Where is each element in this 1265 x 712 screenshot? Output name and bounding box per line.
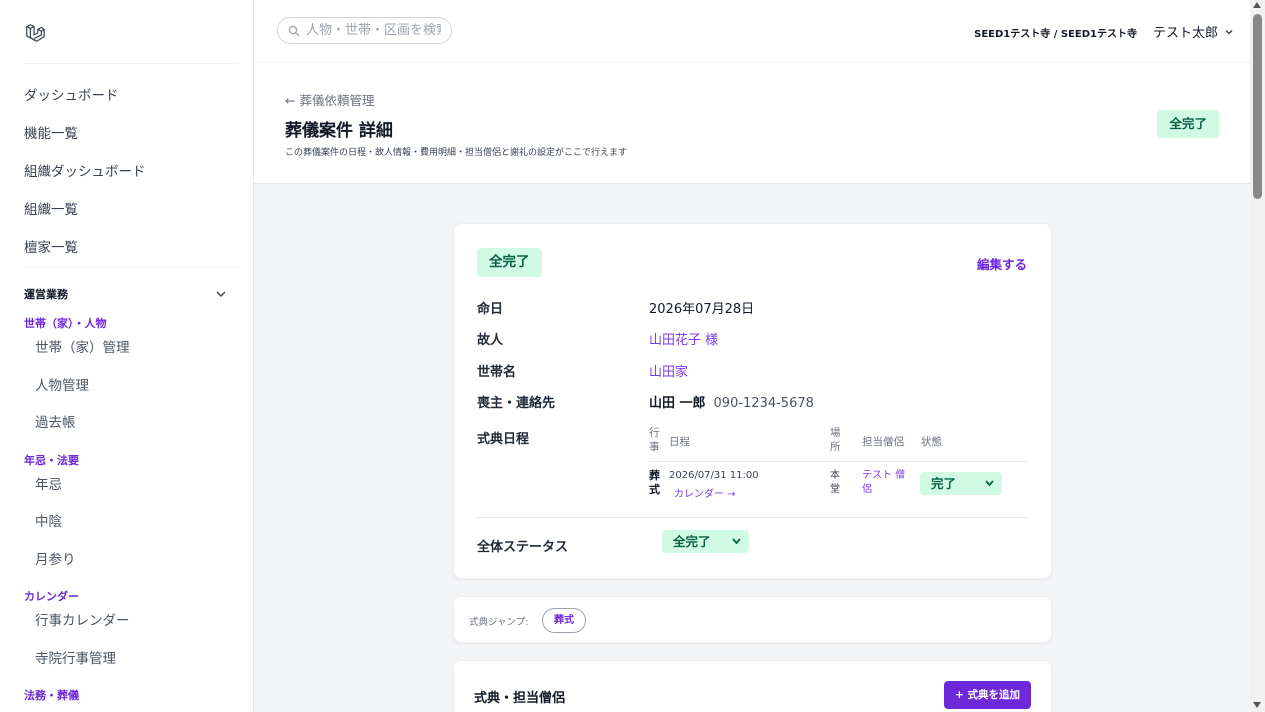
back-link[interactable]: ← 葬儀依頼管理 — [285, 90, 374, 109]
schedule-label: 式典日程 — [477, 432, 530, 447]
mourner-label: 喪主・連絡先 — [477, 396, 556, 411]
sidebar-item-temple-events[interactable]: 寺院行事管理 — [0, 641, 253, 679]
sidebar-item-persons[interactable]: 人物管理 — [0, 368, 253, 406]
sidebar-item-household[interactable]: 世帯（家）管理 — [0, 330, 253, 368]
deceased-link[interactable]: 山田花子 様 — [649, 329, 718, 348]
sidebar-section-label: 運営業務 — [24, 288, 68, 301]
scrollbar-thumb[interactable] — [1253, 14, 1262, 199]
page-header: ← 葬儀依頼管理 葬儀案件 詳細 この葬儀案件の日程・故人情報・費用明細・担当僧… — [254, 63, 1250, 184]
overall-status-value: 全完了 — [673, 534, 711, 549]
overall-status-label: 全体ステータス — [477, 540, 569, 555]
sidebar: ダッシュボード 機能一覧 組織ダッシュボード 組織一覧 檀家一覧 運営業務 世帯… — [0, 0, 254, 712]
sidebar-divider — [24, 267, 239, 268]
col-event: 行事 — [649, 427, 660, 453]
sidebar-group-calendar: カレンダー — [24, 590, 79, 603]
ceremony-jump-card: 式典ジャンプ: 葬式 — [453, 596, 1052, 643]
page-subtitle: この葬儀案件の日程・故人情報・費用明細・担当僧侶と謝礼の設定がここで行えます — [285, 148, 628, 158]
sidebar-top-nav: ダッシュボード 機能一覧 組織ダッシュボード 組織一覧 檀家一覧 — [0, 64, 253, 267]
card-divider — [477, 517, 1027, 518]
col-priest: 担当僧侶 — [862, 436, 904, 448]
app-logo[interactable] — [0, 0, 253, 63]
search-icon — [288, 25, 300, 36]
ceremony-card: 式典・担当僧侶 + 式典を追加 — [453, 660, 1052, 712]
scroll-down-icon[interactable] — [1253, 702, 1261, 708]
status-badge: 全完了 — [477, 248, 542, 277]
search-box[interactable] — [277, 17, 452, 44]
chevron-down-icon — [985, 480, 994, 487]
funeral-detail-card: 全完了 編集する 命日 2026年07月28日 故人 山田花子 様 世帯名 山田… — [453, 223, 1052, 579]
deceased-label: 故人 — [477, 333, 504, 348]
status-badge: 全完了 — [1157, 110, 1219, 138]
sidebar-group-memorial: 年忌・法要 — [24, 453, 79, 467]
jump-label: 式典ジャンプ: — [469, 617, 529, 628]
sidebar-item-kakocho[interactable]: 過去帳 — [0, 405, 253, 443]
user-menu[interactable]: テスト太郎 — [1153, 22, 1234, 41]
event-status-select[interactable]: 完了 — [920, 472, 1002, 495]
sidebar-group-household: 世帯（家）・人物 — [24, 317, 107, 330]
sidebar-section-operations[interactable]: 運営業務 — [0, 282, 253, 306]
tenant-label: SEED1テスト寺 / SEED1テスト寺 — [974, 29, 1137, 40]
col-place: 場所 — [830, 427, 841, 453]
sidebar-item-event-calendar[interactable]: 行事カレンダー — [0, 603, 253, 641]
search-input[interactable] — [306, 23, 441, 38]
col-status: 状態 — [921, 436, 942, 448]
priest-link[interactable]: テスト 僧侶 — [862, 469, 910, 497]
event-place: 本堂 — [830, 470, 840, 495]
sidebar-item-orgs[interactable]: 組織一覧 — [0, 191, 253, 229]
calendar-link[interactable]: カレンダー → — [674, 485, 736, 500]
col-date: 日程 — [669, 436, 690, 448]
chevron-down-icon — [1225, 29, 1233, 34]
sidebar-item-tsukimairi[interactable]: 月参り — [0, 542, 253, 580]
edit-link[interactable]: 編集する — [977, 254, 1027, 273]
sidebar-group-funeral: 法務・葬儀 — [24, 689, 79, 702]
sidebar-item-chuin[interactable]: 中陰 — [0, 504, 253, 542]
sidebar-item-nenki[interactable]: 年忌 — [0, 467, 253, 505]
event-name: 葬式 — [649, 469, 660, 496]
household-label: 世帯名 — [477, 365, 517, 380]
event-datetime: 2026/07/31 11:00 — [669, 470, 759, 481]
death-date-label: 命日 — [477, 302, 504, 317]
mourner-value: 山田 一郎 090-1234-5678 — [649, 392, 814, 411]
laravel-logo-icon — [26, 24, 45, 42]
scroll-up-icon[interactable] — [1253, 2, 1261, 8]
chevron-down-icon — [732, 538, 741, 545]
sidebar-item-features[interactable]: 機能一覧 — [0, 115, 253, 153]
table-row: 葬式 2026/07/31 11:00 カレンダー → 本堂 テスト 僧侶 完了 — [649, 462, 1029, 504]
mourner-name: 山田 一郎 — [649, 396, 706, 411]
sidebar-item-dashboard[interactable]: ダッシュボード — [0, 77, 253, 115]
page-title: 葬儀案件 詳細 — [285, 121, 393, 141]
user-name: テスト太郎 — [1152, 26, 1218, 41]
jump-chip-funeral[interactable]: 葬式 — [542, 608, 586, 633]
household-link[interactable]: 山田家 — [649, 361, 688, 380]
schedule-table: 行事 日程 場所 担当僧侶 状態 葬式 2026/07/31 11:00 カレン… — [649, 424, 1029, 504]
add-ceremony-button[interactable]: + 式典を追加 — [944, 681, 1031, 709]
death-date-value: 2026年07月28日 — [649, 302, 755, 317]
schedule-table-header: 行事 日程 場所 担当僧侶 状態 — [649, 424, 1029, 462]
mourner-phone: 090-1234-5678 — [713, 396, 814, 411]
chevron-down-icon — [216, 291, 226, 297]
event-status-value: 完了 — [931, 476, 957, 491]
topbar: SEED1テスト寺 / SEED1テスト寺 テスト太郎 — [254, 0, 1250, 63]
page-scrollbar[interactable] — [1250, 0, 1265, 712]
sidebar-item-danka[interactable]: 檀家一覧 — [0, 229, 253, 267]
sidebar-item-org-dashboard[interactable]: 組織ダッシュボード — [0, 153, 253, 191]
ceremony-title: 式典・担当僧侶 — [474, 691, 566, 706]
overall-status-select[interactable]: 全完了 — [662, 530, 749, 553]
